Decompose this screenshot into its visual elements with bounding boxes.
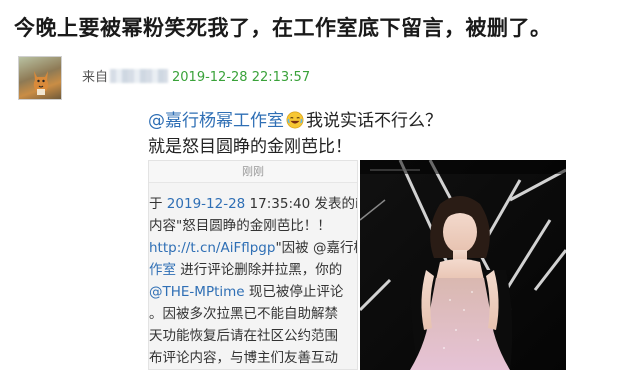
comment-text-1: 我说实话不行么？ — [306, 111, 442, 131]
notice-body: 于 2019-12-28 17:35:40 发表的i 内容"怒目圆睁的金刚芭比！… — [149, 183, 357, 369]
comment-line-1: @嘉行杨幂工作室 我说实话不行么？ — [148, 108, 442, 134]
event-photo-image — [360, 160, 566, 370]
post-header: 来自 2019-12-28 22:13:57 — [18, 56, 618, 100]
notice-line: @THE-MPtime 现已被停止评论 — [149, 284, 344, 300]
notice-line: 作室 进行评论删除并拉黑，你的 — [149, 262, 343, 278]
mention-link[interactable]: @嘉行杨幂工作室 — [148, 111, 284, 131]
ban-notice-screenshot: 刚刚 于 2019-12-28 17:35:40 发表的i 内容"怒目圆睁的金刚… — [148, 160, 358, 370]
notice-line: 内容"怒目圆睁的金刚芭比！！ — [149, 218, 331, 234]
blurred-username — [110, 69, 169, 83]
post-meta: 来自 2019-12-28 22:13:57 — [82, 66, 310, 85]
notice-line: 布评论内容，与博主们友善互动 — [149, 350, 338, 366]
dog-icon — [33, 71, 49, 95]
notice-line: 。因被多次拉黑已不能自助解禁 — [149, 306, 338, 322]
event-photo[interactable] — [360, 160, 566, 370]
notice-line: http://t.cn/AiFflpgp"因被 @嘉行杨 — [149, 240, 358, 256]
notice-header: 刚刚 — [149, 161, 357, 183]
timestamp: 2019-12-28 22:13:57 — [172, 70, 311, 85]
notice-line: 于 2019-12-28 17:35:40 发表的i — [149, 196, 358, 212]
avatar[interactable] — [18, 56, 62, 100]
source-label: 来自 — [82, 70, 109, 85]
laughing-tears-icon — [286, 111, 304, 129]
comment-line-2: 就是怒目圆睁的金刚芭比！ — [148, 137, 352, 157]
notice-line: 天功能恢复后请在社区公约范围 — [149, 328, 338, 344]
post-headline: 今晚上要被幂粉笑死我了，在工作室底下留言，被删了。 — [14, 16, 552, 40]
comment-block: @嘉行杨幂工作室 我说实话不行么？ 就是怒目圆睁的金刚芭比！ — [148, 108, 442, 160]
